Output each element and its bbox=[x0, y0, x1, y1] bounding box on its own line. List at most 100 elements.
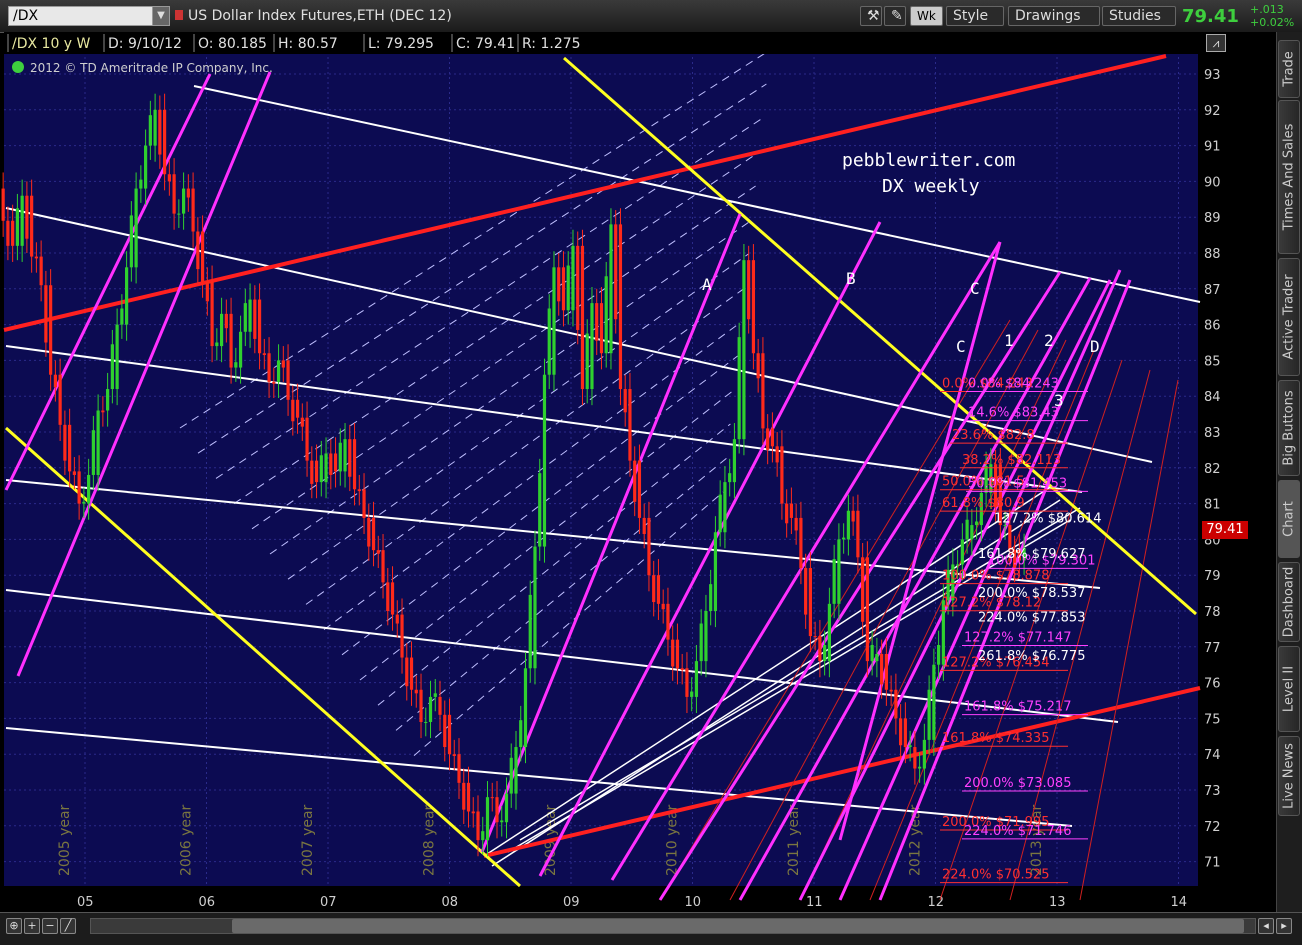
scrollbar-thumb[interactable] bbox=[232, 919, 1244, 933]
y-tick-label: 91 bbox=[1204, 140, 1221, 155]
x-tick-label: 14 bbox=[1171, 895, 1188, 910]
candle-body bbox=[400, 615, 403, 658]
candle-body bbox=[804, 568, 807, 615]
candle-body bbox=[225, 314, 228, 328]
y-tick-label: 83 bbox=[1204, 426, 1221, 441]
candle-body bbox=[785, 504, 788, 524]
candle-body bbox=[757, 353, 760, 378]
sidebar-tab-big-buttons[interactable]: Big Buttons bbox=[1278, 380, 1300, 476]
symbol-input[interactable]: /DX bbox=[8, 6, 156, 26]
candle-body bbox=[766, 428, 769, 449]
sidebar-tab-active-trader[interactable]: Active Trader bbox=[1278, 258, 1300, 376]
candle-body bbox=[187, 189, 190, 198]
candle-body bbox=[600, 303, 603, 353]
candle-body bbox=[495, 797, 498, 822]
candle-body bbox=[790, 504, 793, 518]
candle-body bbox=[614, 224, 617, 319]
sidebar-tab-label: Dashboard bbox=[1282, 567, 1297, 638]
candle-body bbox=[220, 314, 223, 346]
drawings-button[interactable]: Drawings bbox=[1008, 6, 1100, 26]
candle-body bbox=[457, 754, 460, 783]
candle-body bbox=[728, 473, 731, 482]
candle-body bbox=[367, 518, 370, 547]
candle-body bbox=[552, 267, 555, 374]
candle-body bbox=[719, 495, 722, 533]
chart-settings-icon[interactable]: ⩘ bbox=[1206, 34, 1226, 52]
header-low: L: 79.295 bbox=[368, 36, 434, 52]
candle-body bbox=[866, 557, 869, 661]
fib-label-magenta: 161.8% $75.217 bbox=[964, 700, 1071, 715]
candle-body bbox=[681, 668, 684, 670]
candle-body bbox=[842, 538, 845, 540]
drawing-tool-icon[interactable]: ⚒ bbox=[860, 6, 882, 26]
candle-body bbox=[904, 718, 907, 747]
candle-body bbox=[837, 539, 840, 603]
drawing-mode-icon[interactable]: ╱ bbox=[60, 918, 76, 934]
candle-body bbox=[125, 267, 128, 324]
sidebar-tab-times-and-sales[interactable]: Times And Sales bbox=[1278, 100, 1300, 254]
year-label: 2007 year bbox=[300, 804, 316, 876]
sidebar-tab-trade[interactable]: Trade bbox=[1278, 40, 1300, 98]
candle-body bbox=[272, 382, 275, 384]
zoom-in-icon[interactable]: + bbox=[24, 918, 40, 934]
candle-body bbox=[733, 439, 736, 482]
x-tick-label: 06 bbox=[199, 895, 216, 910]
info-icon[interactable] bbox=[12, 61, 24, 73]
candle-body bbox=[543, 375, 546, 547]
y-tick-label: 74 bbox=[1204, 748, 1221, 763]
candle-body bbox=[6, 221, 9, 246]
sidebar-tab-chart[interactable]: Chart bbox=[1278, 480, 1300, 558]
header-high: H: 80.57 bbox=[278, 36, 338, 52]
candle-body bbox=[880, 654, 883, 684]
candle-body bbox=[913, 747, 916, 768]
candle-body bbox=[666, 604, 669, 640]
aggregation-button[interactable]: Wk bbox=[910, 6, 943, 26]
candle-body bbox=[899, 718, 902, 745]
header-range: R: 1.275 bbox=[522, 36, 581, 52]
symbol-dropdown-icon[interactable]: ▼ bbox=[152, 6, 170, 26]
candle-body bbox=[168, 174, 171, 181]
y-tick-label: 89 bbox=[1204, 211, 1221, 226]
candle-body bbox=[742, 260, 745, 439]
sidebar-tab-level-ii[interactable]: Level II bbox=[1278, 646, 1300, 732]
x-tick-label: 10 bbox=[685, 895, 702, 910]
candle-body bbox=[481, 831, 484, 840]
candle-body bbox=[386, 582, 389, 611]
studies-button[interactable]: Studies bbox=[1102, 6, 1176, 26]
wave-label: 3 bbox=[1054, 391, 1064, 410]
candle-body bbox=[576, 246, 579, 330]
x-tick-label: 07 bbox=[320, 895, 337, 910]
header-date: D: 9/10/12 bbox=[108, 36, 182, 52]
scroll-left-icon[interactable]: ◂ bbox=[1258, 918, 1274, 934]
y-tick-label: 77 bbox=[1204, 641, 1221, 656]
fib-label-white: 261.8% $76.775 bbox=[978, 649, 1085, 664]
pan-icon[interactable]: ⊕ bbox=[6, 918, 22, 934]
candle-body bbox=[429, 697, 432, 722]
scroll-right-icon[interactable]: ▸ bbox=[1276, 918, 1292, 934]
candle-body bbox=[486, 797, 489, 840]
chart-subtitle: DX weekly bbox=[882, 176, 980, 197]
candle-body bbox=[44, 285, 47, 342]
candle-body bbox=[690, 692, 693, 697]
candle-body bbox=[139, 180, 142, 189]
zoom-out-icon[interactable]: − bbox=[42, 918, 58, 934]
sidebar-tab-live-news[interactable]: Live News bbox=[1278, 736, 1300, 816]
y-tick-label: 92 bbox=[1204, 104, 1221, 119]
candle-body bbox=[937, 645, 940, 665]
candle-body bbox=[434, 693, 437, 697]
candle-body bbox=[239, 332, 242, 368]
style-button[interactable]: Style bbox=[946, 6, 1004, 26]
candle-body bbox=[890, 690, 893, 692]
wave-label: D bbox=[1090, 337, 1100, 356]
candle-body bbox=[11, 221, 14, 246]
candle-body bbox=[111, 344, 114, 389]
wrench-icon[interactable]: ✎ bbox=[884, 6, 906, 26]
candle-body bbox=[443, 715, 446, 747]
price-chart[interactable]: 7172737475767778798081828384858687888990… bbox=[0, 32, 1276, 912]
candle-body bbox=[343, 439, 346, 471]
candle-body bbox=[172, 174, 175, 213]
sidebar-tab-dashboard[interactable]: Dashboard bbox=[1278, 562, 1300, 642]
sidebar-tab-label: Active Trader bbox=[1282, 274, 1297, 359]
candle-body bbox=[595, 303, 598, 341]
candle-body bbox=[467, 783, 470, 812]
